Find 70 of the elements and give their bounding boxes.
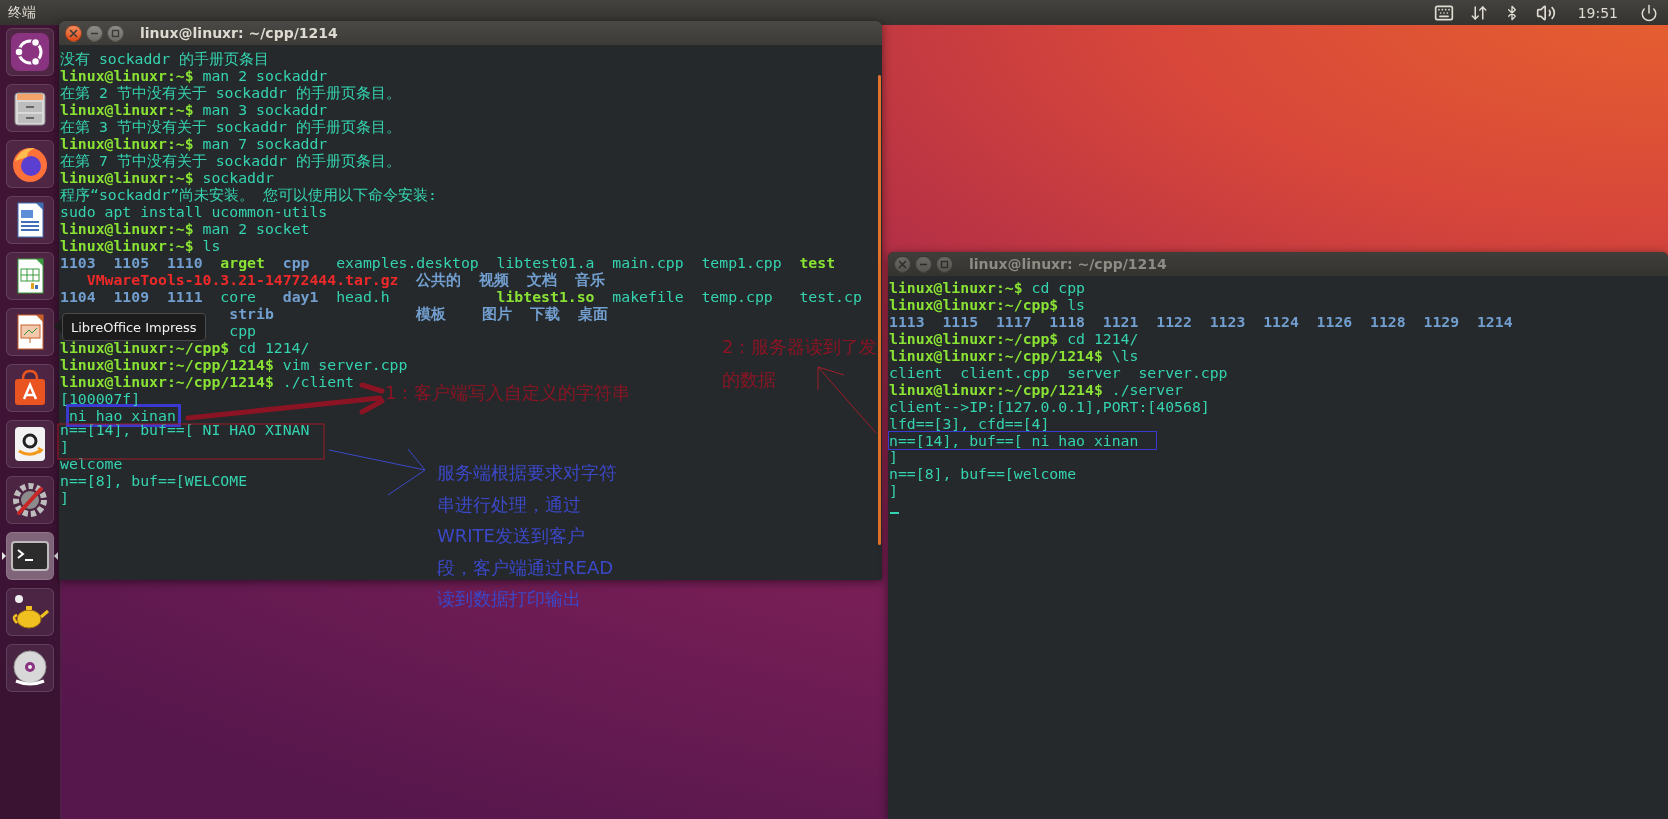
minimize-button[interactable] bbox=[86, 24, 103, 42]
annotation-text: 1：客户端写入自定义的字符串 bbox=[385, 382, 631, 404]
terminal-line: ] bbox=[60, 438, 69, 455]
window-title: linux@linuxr: ~/cpp/1214 bbox=[140, 25, 338, 41]
terminal-line: 在第 7 节中没有关于 sockaddr 的手册页条目。 bbox=[60, 152, 401, 169]
terminal-line: ] bbox=[889, 482, 898, 499]
fox-globe-icon[interactable] bbox=[6, 140, 54, 188]
teapot-icon[interactable] bbox=[6, 588, 54, 636]
terminal-line: 1113 1115 1117 1118 1121 1122 1123 1124 1126 1128 1129 1214 bbox=[889, 313, 1513, 330]
clock[interactable]: 19:51 bbox=[1577, 4, 1618, 21]
terminal-line: welcome bbox=[60, 455, 123, 472]
close-icon bbox=[69, 28, 78, 38]
terminal-line: 在第 3 节中没有关于 sockaddr 的手册页条目。 bbox=[60, 118, 401, 135]
scrollbar[interactable] bbox=[877, 75, 881, 545]
terminal-line: linux@linuxr:~$ man 2 socket bbox=[60, 220, 310, 237]
terminal-line: client client.cpp server server.cpp bbox=[889, 364, 1228, 381]
volume-icon[interactable] bbox=[1535, 2, 1556, 23]
gear-wrench-icon[interactable] bbox=[6, 476, 54, 524]
tooltip: LibreOffice Impress bbox=[62, 313, 206, 341]
terminal-line: linux@linuxr:~/cpp$ cd 1214/ bbox=[60, 339, 310, 356]
terminal-line: 在第 2 节中没有关于 sockaddr 的手册页条目。 bbox=[60, 84, 401, 101]
terminal-line: lfd==[3], cfd==[4] bbox=[889, 415, 1050, 432]
terminal-line: n==[8], buf==[WELCOME bbox=[60, 472, 248, 489]
terminal-line: [100007f] bbox=[60, 390, 141, 407]
terminal-line: 1104 1109 1111 core day1 head.h libtest1.so makefile temp.cpp test.cp bbox=[60, 288, 862, 305]
maximize-icon bbox=[111, 28, 120, 38]
terminal-line: linux@linuxr:~$ cd cpp bbox=[889, 279, 1085, 296]
annotation-text: 服务端根据要求对字符 串进行处理，通过 WRITE发送到客户 段，客户端通过READ 读到数据打印输出 bbox=[437, 461, 617, 611]
terminal-line: linux@linuxr:~$ man 3 sockaddr bbox=[60, 101, 328, 118]
terminal-line: client-->IP:[127.0.0.1],PORT:[40568] bbox=[889, 398, 1210, 415]
minimize-button[interactable] bbox=[915, 255, 932, 273]
network-arrows-icon[interactable] bbox=[1469, 3, 1488, 22]
terminal-line: n==[8], buf==[welcome bbox=[889, 465, 1077, 482]
terminal-line: ] bbox=[889, 448, 898, 465]
terminal-line: ] bbox=[60, 489, 69, 506]
terminal-line: linux@linuxr:~/cpp/1214$ vim server.cpp bbox=[60, 356, 408, 373]
close-button[interactable] bbox=[65, 24, 82, 42]
maximize-button[interactable] bbox=[107, 24, 124, 42]
shopping-bag-icon[interactable] bbox=[6, 364, 54, 412]
terminal-icon[interactable] bbox=[6, 532, 54, 580]
document-icon[interactable] bbox=[6, 196, 54, 244]
spreadsheet-icon[interactable] bbox=[6, 252, 54, 300]
maximize-button[interactable] bbox=[936, 255, 953, 273]
terminal-line: linux@linuxr:~/cpp/1214$ \ls bbox=[889, 347, 1139, 364]
file-cabinet-icon[interactable] bbox=[6, 84, 54, 132]
terminal-line: linux@linuxr:~$ man 2 sockaddr bbox=[60, 67, 328, 84]
maximize-icon bbox=[940, 259, 949, 269]
terminal-line: linux@linuxr:~$ sockaddr bbox=[60, 169, 274, 186]
app-title: 终端 bbox=[8, 3, 36, 22]
terminal-line: linux@linuxr:~$ man 7 sockaddr bbox=[60, 135, 328, 152]
terminal-line: linux@linuxr:~$ ls bbox=[60, 237, 221, 254]
terminal-line: sudo apt install ucommon-utils bbox=[60, 203, 328, 220]
terminal-line: linux@linuxr:~/cpp$ ls bbox=[889, 296, 1085, 313]
annotation-text: 2：服务器读到了发 的数据 bbox=[722, 335, 878, 392]
terminal-line: 没有 sockaddr 的手册页条目 bbox=[60, 50, 270, 67]
window-title: linux@linuxr: ~/cpp/1214 bbox=[969, 256, 1167, 272]
terminal-line: linux@linuxr:~/cpp/1214$ ./server bbox=[889, 381, 1183, 398]
close-button[interactable] bbox=[894, 255, 911, 273]
terminal-line: cpp bbox=[229, 322, 256, 339]
close-icon bbox=[898, 259, 907, 269]
arrow bbox=[817, 366, 877, 434]
terminal-line: linux@linuxr:~/cpp/1214$ ./client bbox=[60, 373, 354, 390]
presentation-icon[interactable] bbox=[6, 308, 54, 356]
terminal-line: strib 模板 图片 下载 桌面 bbox=[229, 305, 608, 322]
terminal-line: 1103 1105 1110 arget cpp examples.desktop libtest01.a main.cpp temp1.cpp test bbox=[60, 254, 836, 271]
terminal-line: linux@linuxr:~/cpp$ cd 1214/ bbox=[889, 330, 1139, 347]
terminal-line: 程序“sockaddr”尚未安装。 您可以使用以下命令安装: bbox=[60, 186, 437, 203]
circle-logo-icon[interactable] bbox=[6, 28, 54, 76]
terminal-line: VMwareTools-10.3.21-14772444.tar.gz 公共的 视频 文档 音乐 bbox=[86, 271, 605, 288]
power-icon[interactable] bbox=[1640, 3, 1658, 22]
